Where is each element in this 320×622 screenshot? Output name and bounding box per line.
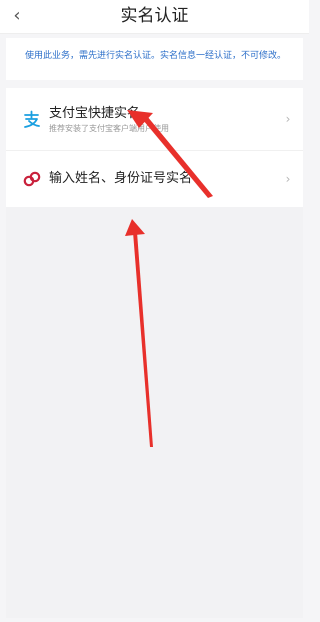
chevron-right-icon: › bbox=[285, 172, 291, 186]
empty-content-area bbox=[6, 207, 303, 618]
notice-text: 使用此业务，需先进行实名认证。实名信息一经认证，不可修改。 bbox=[25, 51, 287, 61]
page-title: 实名认证 bbox=[120, 6, 189, 26]
alipay-icon bbox=[24, 110, 40, 128]
alipay-verify-option[interactable]: 支付宝快捷实名 推荐安装了支付宝客户端用户使用 › bbox=[6, 88, 303, 150]
option-title: 输入姓名、身份证号实名 bbox=[49, 171, 193, 186]
idcard-verify-option[interactable]: 输入姓名、身份证号实名 › bbox=[6, 150, 303, 207]
option-title: 支付宝快捷实名 bbox=[49, 106, 141, 121]
option-subtitle: 推荐安装了支付宝客户端用户使用 bbox=[49, 124, 169, 133]
header-bar: ‹ 实名认证 bbox=[0, 0, 309, 34]
notice-card: 使用此业务，需先进行实名认证。实名信息一经认证，不可修改。 bbox=[6, 38, 303, 80]
chevron-right-icon: › bbox=[285, 112, 291, 126]
link-icon bbox=[23, 171, 41, 187]
